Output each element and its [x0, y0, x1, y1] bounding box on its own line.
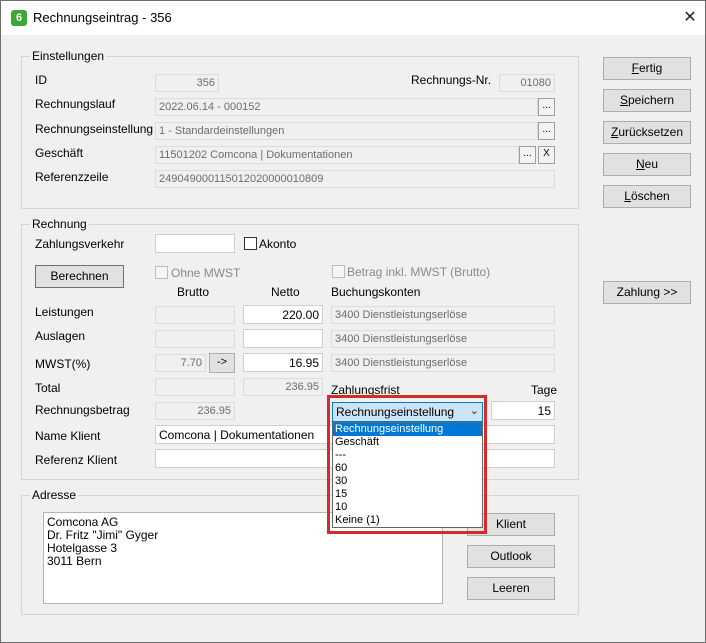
auslagen-brutto-field	[155, 330, 235, 348]
geschaeft-label: Geschäft	[35, 146, 84, 160]
adresse-line: Hotelgasse 3	[47, 541, 118, 555]
rechnungs-nr-field: 01080	[499, 74, 555, 92]
mwst-netto-input[interactable]: 16.95	[243, 353, 323, 372]
neu-button[interactable]: Neu	[603, 153, 691, 176]
auslagen-netto-input[interactable]	[243, 329, 323, 348]
referenzzeile-label: Referenzzeile	[35, 170, 109, 184]
adresse-line: 3011 Bern	[47, 554, 102, 568]
tage-label: Tage	[531, 383, 558, 397]
dropdown-option[interactable]: 60	[333, 462, 482, 475]
betrag-inkl-mwst-label: Betrag inkl. MWST (Brutto)	[347, 265, 491, 279]
chevron-down-icon[interactable]: ⌄	[470, 404, 479, 417]
rechnungseinstellung-browse-button[interactable]: ...	[538, 122, 555, 140]
rechnungsbetrag-label: Rechnungsbetrag	[35, 403, 130, 417]
dropdown-option[interactable]: 30	[333, 475, 482, 488]
zahlungsfrist-dropdown-list: Rechnungseinstellung Geschäft --- 60 30 …	[332, 422, 483, 528]
referenzzeile-field: 249049000115012020000010809	[155, 170, 555, 188]
dropdown-option[interactable]: 10	[333, 501, 482, 514]
dropdown-option[interactable]: Rechnungseinstellung	[333, 423, 482, 436]
leistungen-konto-field: 3400 Dienstleistungserlöse	[331, 306, 555, 324]
speichern-button[interactable]: Speichern	[603, 89, 691, 112]
total-netto-field: 236.95	[243, 378, 323, 396]
ohne-mwst-label: Ohne MWST	[171, 266, 241, 280]
total-brutto-field	[155, 378, 235, 396]
outlook-button[interactable]: Outlook	[467, 545, 555, 568]
rechnungseinstellung-field: 1 - Standardeinstellungen	[155, 122, 538, 140]
zuruecksetzen-button[interactable]: Zurücksetzen	[603, 121, 691, 144]
dialog-window: 6 Rechnungseintrag - 356 ✕ Einstellungen…	[0, 0, 706, 643]
akonto-label: Akonto	[259, 237, 297, 251]
brutto-header: Brutto	[177, 285, 210, 299]
dropdown-option[interactable]: ---	[333, 449, 482, 462]
berechnen-button[interactable]: Berechnen	[35, 265, 124, 288]
auslagen-label: Auslagen	[35, 329, 86, 343]
rechnungslauf-browse-button[interactable]: ...	[538, 98, 555, 116]
leistungen-netto-input[interactable]: 220.00	[243, 305, 323, 324]
leeren-button[interactable]: Leeren	[467, 577, 555, 600]
betrag-inkl-mwst-checkbox[interactable]	[332, 265, 345, 278]
dropdown-option[interactable]: Keine (1)	[333, 514, 482, 527]
rechnungs-nr-label: Rechnungs-Nr.	[411, 73, 492, 87]
title-bar: 6 Rechnungseintrag - 356 ✕	[1, 1, 705, 35]
id-field: 356	[155, 74, 219, 92]
window-title: Rechnungseintrag - 356	[33, 10, 172, 25]
akonto-checkbox[interactable]	[244, 237, 257, 250]
mwst-label: MWST(%)	[35, 357, 91, 371]
zahlungsfrist-combo-value: Rechnungseinstellung	[336, 405, 455, 419]
zahlungsverkehr-label: Zahlungsverkehr	[35, 237, 125, 251]
mwst-apply-button[interactable]: ->	[209, 353, 235, 373]
zahlungsverkehr-input[interactable]	[155, 234, 235, 253]
name-klient-label: Name Klient	[35, 429, 101, 443]
adresse-title: Adresse	[30, 488, 79, 502]
rechnungseinstellung-label: Rechnungseinstellung	[35, 122, 154, 136]
fertig-button[interactable]: Fertig	[603, 57, 691, 80]
mwst-percent-field: 7.70	[155, 354, 206, 372]
referenz-klient-label: Referenz Klient	[35, 453, 118, 467]
rechnungsbetrag-field: 236.95	[155, 402, 235, 420]
ohne-mwst-checkbox[interactable]	[155, 266, 168, 279]
rechnung-title: Rechnung	[30, 217, 89, 231]
zahlung-button[interactable]: Zahlung >>	[603, 281, 691, 304]
geschaeft-browse-button[interactable]: ...	[519, 146, 536, 164]
mwst-konto-field: 3400 Dienstleistungserlöse	[331, 354, 555, 372]
netto-header: Netto	[271, 285, 300, 299]
geschaeft-field: 11501202 Comcona | Dokumentationen	[155, 146, 519, 164]
dropdown-option[interactable]: Geschäft	[333, 436, 482, 449]
app-icon: 6	[11, 10, 27, 26]
dropdown-option[interactable]: 15	[333, 488, 482, 501]
geschaeft-clear-button[interactable]: X	[538, 146, 555, 164]
id-label: ID	[35, 73, 47, 87]
buchungskonten-header: Buchungskonten	[331, 285, 421, 299]
loeschen-button[interactable]: Löschen	[603, 185, 691, 208]
rechnungslauf-label: Rechnungslauf	[35, 97, 116, 111]
auslagen-konto-field: 3400 Dienstleistungserlöse	[331, 330, 555, 348]
rechnungslauf-field: 2022.06.14 - 000152	[155, 98, 538, 116]
leistungen-brutto-field	[155, 306, 235, 324]
tage-input[interactable]: 15	[491, 401, 555, 420]
zahlungsfrist-combobox[interactable]: Rechnungseinstellung ⌄	[332, 402, 483, 422]
total-label: Total	[35, 381, 61, 395]
leistungen-label: Leistungen	[35, 305, 94, 319]
close-icon[interactable]: ✕	[681, 7, 699, 27]
einstellungen-title: Einstellungen	[30, 49, 107, 63]
